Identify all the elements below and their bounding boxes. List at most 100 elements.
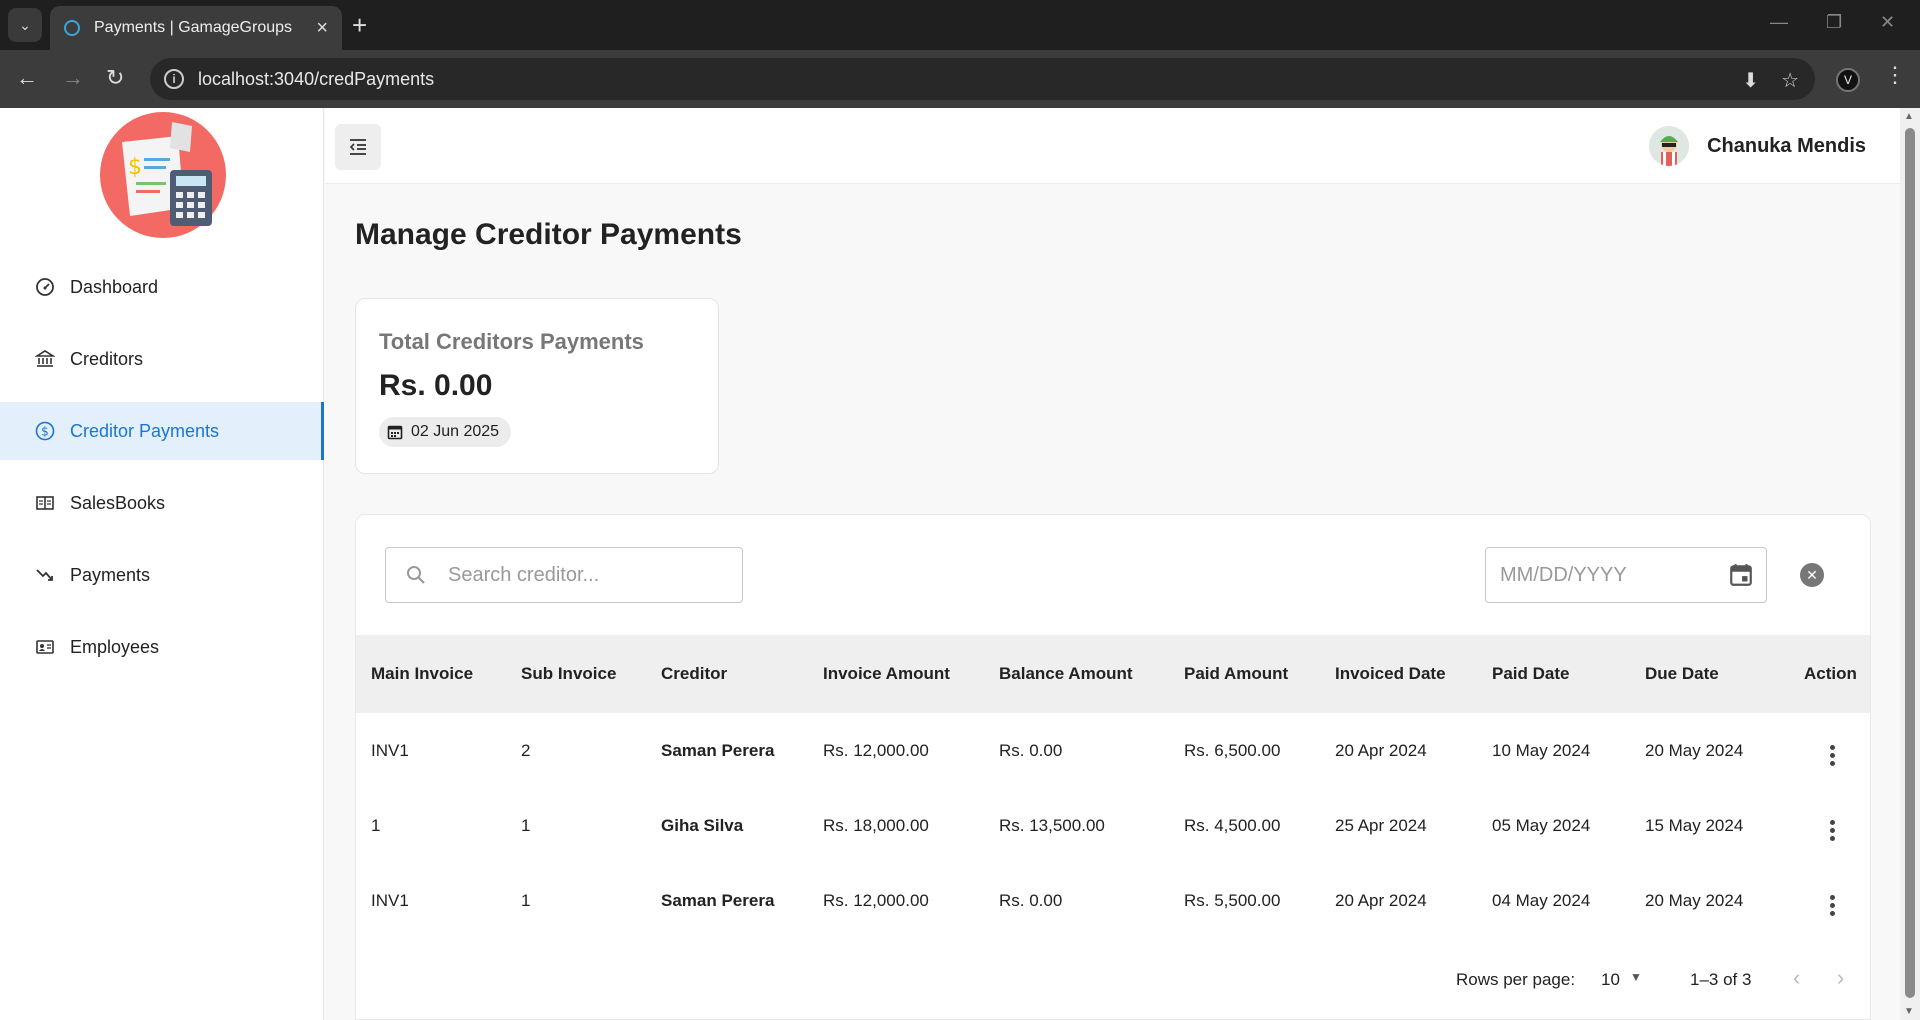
table-cell: INV1: [371, 740, 409, 760]
page-range: 1–3 of 3: [1690, 970, 1752, 989]
minimize-icon[interactable]: —: [1770, 12, 1788, 33]
table-cell: 10 May 2024: [1492, 740, 1591, 760]
table-cell: 05 May 2024: [1492, 815, 1591, 835]
sidebar-item-label: Employees: [70, 636, 160, 657]
table-cell: Rs. 12,000.00: [823, 890, 929, 910]
sidebar-nav: Dashboard Creditors $ Creditor Payments …: [0, 258, 324, 690]
sidebar: $ Dashboard Creditors $ Creditor Payment…: [0, 108, 324, 1020]
close-tab-icon[interactable]: ×: [316, 17, 328, 40]
column-header: Action: [1804, 664, 1857, 683]
table-cell: Saman Perera: [661, 890, 775, 910]
user-menu[interactable]: Chanuka Mendis: [1649, 126, 1866, 166]
close-window-icon[interactable]: ✕: [1880, 12, 1895, 33]
browser-menu-icon[interactable]: ⋮: [1884, 62, 1906, 88]
page-scrollbar[interactable]: ▲ ▼: [1900, 108, 1920, 1020]
sidebar-item-creditors[interactable]: Creditors: [0, 330, 324, 388]
bank-icon: [34, 348, 56, 370]
column-header[interactable]: Balance Amount: [984, 635, 1169, 713]
browser-tabbar: ⌄ Payments | GamageGroups × + — ❐ ✕: [0, 0, 1920, 50]
sidebar-item-payments[interactable]: Payments: [0, 546, 324, 604]
rows-per-page-label: Rows per page:: [1456, 970, 1576, 989]
address-bar[interactable]: i localhost:3040/credPayments ⬇ ☆: [150, 58, 1815, 100]
site-info-icon[interactable]: i: [164, 69, 184, 89]
table-cell: 20 May 2024: [1645, 740, 1744, 760]
table-cell: 1: [521, 890, 531, 910]
more-vert-icon[interactable]: [1820, 895, 1844, 916]
sidebar-item-dashboard[interactable]: Dashboard: [0, 258, 324, 316]
table-cell: 04 May 2024: [1492, 890, 1591, 910]
table-row[interactable]: INV1 2 Saman Perera Rs. 12,000.00 Rs. 0.…: [356, 713, 1870, 788]
forward-icon[interactable]: →: [62, 66, 84, 90]
svg-text:$: $: [41, 425, 49, 439]
rows-per-page-select[interactable]: 10: [1601, 970, 1620, 990]
search-input[interactable]: [448, 563, 708, 587]
row-action-cell: [1792, 788, 1870, 863]
restore-icon[interactable]: ❐: [1826, 12, 1842, 33]
column-header[interactable]: Due Date: [1630, 635, 1792, 713]
date-chip: 02 Jun 2025: [379, 417, 512, 447]
column-header[interactable]: Sub Invoice: [506, 635, 646, 713]
table-pagination: Rows per page: 10 ▼ 1–3 of 3 ‹ ›: [356, 965, 1870, 995]
table-cell: 25 Apr 2024: [1335, 815, 1427, 835]
column-header[interactable]: Invoice Amount: [808, 635, 984, 713]
payments-table-panel: ✕ Main Invoice Sub Invoice Creditor Invo…: [355, 514, 1871, 1020]
clear-filter-icon[interactable]: ✕: [1800, 563, 1824, 587]
date-filter-field[interactable]: [1485, 547, 1767, 603]
dropdown-arrow-icon[interactable]: ▼: [1630, 970, 1642, 984]
calendar-picker-icon[interactable]: [1728, 562, 1754, 588]
table-cell: 20 Apr 2024: [1335, 740, 1427, 760]
install-app-icon[interactable]: ⬇: [1742, 68, 1759, 93]
table-row[interactable]: INV1 1 Saman Perera Rs. 12,000.00 Rs. 0.…: [356, 863, 1870, 938]
tab-search-button[interactable]: ⌄: [8, 8, 42, 42]
back-icon[interactable]: ←: [16, 66, 38, 90]
reload-icon[interactable]: ↻: [106, 66, 124, 90]
sidebar-item-label: Dashboard: [70, 276, 159, 297]
sidebar-item-employees[interactable]: Employees: [0, 618, 324, 676]
menu-collapse-icon: [349, 139, 366, 155]
column-header[interactable]: Main Invoice: [356, 635, 506, 713]
app-header: Chanuka Mendis: [325, 108, 1900, 184]
sidebar-item-salesbooks[interactable]: SalesBooks: [0, 474, 324, 532]
bookmark-star-icon[interactable]: ☆: [1781, 68, 1799, 93]
sidebar-item-label: Payments: [70, 564, 151, 585]
scroll-down-icon[interactable]: ▼: [1904, 1006, 1914, 1017]
tab-title: Payments | GamageGroups: [94, 19, 293, 36]
id-card-icon: [34, 636, 56, 658]
search-field[interactable]: [385, 547, 743, 603]
date-input[interactable]: [1500, 563, 1720, 587]
table-header-row: Main Invoice Sub Invoice Creditor Invoic…: [356, 635, 1870, 713]
row-action-cell: [1792, 863, 1870, 938]
table-cell: Giha Silva: [661, 815, 744, 835]
payments-table: Main Invoice Sub Invoice Creditor Invoic…: [356, 635, 1870, 938]
calendar-icon: [387, 424, 403, 440]
sidebar-item-creditor-payments[interactable]: $ Creditor Payments: [0, 402, 324, 460]
new-tab-button[interactable]: +: [352, 10, 367, 40]
sidebar-toggle-button[interactable]: [335, 124, 381, 170]
total-payments-card: Total Creditors Payments Rs. 0.00 02 Jun…: [355, 298, 719, 474]
column-header[interactable]: Paid Date: [1477, 635, 1630, 713]
extension-icon[interactable]: V: [1836, 68, 1860, 92]
column-header[interactable]: Invoiced Date: [1320, 635, 1477, 713]
more-vert-icon[interactable]: [1820, 745, 1844, 766]
row-action-cell: [1792, 713, 1870, 788]
book-icon: [34, 492, 56, 514]
table-cell: Saman Perera: [661, 740, 775, 760]
chevron-right-icon[interactable]: ›: [1837, 965, 1844, 991]
more-vert-icon[interactable]: [1820, 820, 1844, 841]
column-header[interactable]: Creditor: [646, 635, 808, 713]
table-cell: Rs. 5,500.00: [1184, 890, 1281, 910]
table-cell: INV1: [371, 890, 409, 910]
url-text: localhost:3040/credPayments: [198, 68, 435, 89]
app-logo: $: [100, 112, 226, 238]
search-icon: [406, 565, 426, 585]
chevron-left-icon[interactable]: ‹: [1793, 965, 1800, 991]
table-row[interactable]: 1 1 Giha Silva Rs. 18,000.00 Rs. 13,500.…: [356, 788, 1870, 863]
page-title: Manage Creditor Payments: [355, 218, 742, 251]
browser-tab[interactable]: Payments | GamageGroups ×: [50, 6, 342, 50]
table-cell: Rs. 0.00: [999, 740, 1063, 760]
sidebar-item-label: Creditors: [70, 348, 144, 369]
scroll-thumb[interactable]: [1905, 128, 1915, 998]
scroll-up-icon[interactable]: ▲: [1904, 111, 1914, 122]
column-header[interactable]: Paid Amount: [1169, 635, 1320, 713]
sidebar-item-label: SalesBooks: [70, 492, 166, 513]
